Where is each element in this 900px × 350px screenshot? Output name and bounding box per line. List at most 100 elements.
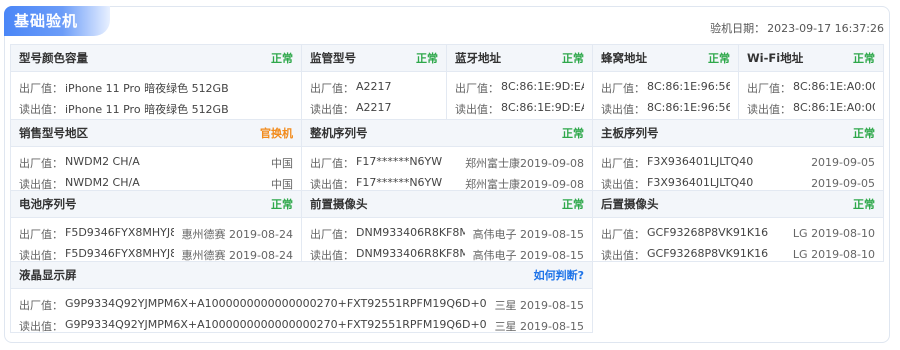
cell-title: 液晶显示屏 <box>19 268 77 282</box>
read-value: 8C:86:1E:9D:EA:AB <box>501 100 584 114</box>
cell-model-color: 型号颜色容量 正常 出厂值： iPhone 11 Pro 暗夜绿色 512GB 读出… <box>10 44 302 120</box>
status-badge: 正常 <box>562 52 584 65</box>
status-badge: 正常 <box>853 198 875 211</box>
factory-value: GCF93268P8VK91K16 <box>647 225 769 239</box>
read-label: 读出值： <box>19 319 63 333</box>
read-row: 读出值： G9P9334Q92YJMPM6X+A10000000000000002… <box>19 315 584 336</box>
factory-value: F17******N6YW <box>356 154 443 168</box>
how-to-judge-link[interactable]: 如何判断? <box>534 267 584 283</box>
factory-label: 出厂值： <box>747 81 791 95</box>
read-extra: 三星 2019-08-15 <box>494 319 584 333</box>
factory-label: 出厂值： <box>455 81 499 95</box>
factory-row: 出厂值：DNM933406R8KF8M5A 高伟电子 2019-08-15 <box>310 223 584 244</box>
factory-label: 出厂值： <box>19 81 63 95</box>
read-row: 读出值： A2217 <box>310 98 438 119</box>
factory-value: DNM933406R8KF8M5A <box>356 225 465 239</box>
status-badge: 正常 <box>853 127 875 140</box>
read-label: 读出值： <box>747 102 791 116</box>
read-value: A2217 <box>356 100 392 114</box>
cell-title: 后置摄像头 <box>601 197 659 211</box>
cell-title: 整机序列号 <box>310 126 368 140</box>
factory-extra: 中国 <box>271 156 293 170</box>
cell-title: 销售型号地区 <box>19 126 88 140</box>
cell-bluetooth: 蓝牙地址 正常 出厂值：8C:86:1E:9D:EA:AB 读出值：8C:86:1… <box>446 44 593 120</box>
cell-title: Wi-Fi地址 <box>747 51 804 65</box>
factory-extra: 郑州富士康2019-09-08 <box>465 156 584 170</box>
cell-front-camera: 前置摄像头 正常 出厂值：DNM933406R8KF8M5A 高伟电子 2019-0… <box>301 190 593 262</box>
cell-cellular: 蜂窝地址 正常 出厂值：8C:86:1E:96:56:37 读出值：8C:86:1… <box>592 44 739 120</box>
read-label: 读出值： <box>19 102 63 116</box>
status-badge: 正常 <box>562 198 584 211</box>
cell-title: 监管型号 <box>310 51 356 65</box>
cell-title: 前置摄像头 <box>310 197 368 211</box>
factory-extra: 高伟电子 2019-08-15 <box>472 227 584 241</box>
factory-value: NWDM2 CH/A <box>65 154 140 168</box>
factory-value: iPhone 11 Pro 暗夜绿色 512GB <box>65 81 229 95</box>
factory-value: F5D9346FYX8MHYJ8P <box>65 225 174 239</box>
factory-row: 出厂值： GCF93268P8VK91K16 LG 2019-08-10 <box>601 223 875 244</box>
status-badge: 正常 <box>708 52 730 65</box>
factory-label: 出厂值： <box>601 227 645 241</box>
factory-label: 出厂值： <box>19 298 63 312</box>
read-row: 读出值：8C:86:1E:9D:EA:AB <box>455 98 584 119</box>
factory-row: 出厂值：8C:86:1E:A0:00:A3 <box>747 77 875 98</box>
read-row: 读出值： iPhone 11 Pro 暗夜绿色 512GB <box>19 98 293 119</box>
cell-title: 电池序列号 <box>19 197 77 211</box>
read-value: G9P9334Q92YJMPM6X+A1000000000000000270+F… <box>65 317 487 331</box>
status-badge: 正常 <box>271 198 293 211</box>
cell-regulatory-model: 监管型号 正常 出厂值： A2217 读出值： A2217 <box>301 44 447 120</box>
read-value: iPhone 11 Pro 暗夜绿色 512GB <box>65 102 229 116</box>
cell-wifi: Wi-Fi地址 正常 出厂值：8C:86:1E:A0:00:A3 读出值：8C:8… <box>738 44 884 120</box>
factory-label: 出厂值： <box>310 156 354 170</box>
read-value: 8C:86:1E:96:56:37 <box>647 100 730 114</box>
factory-row: 出厂值： F5D9346FYX8MHYJ8P 惠州德赛 2019-08-24 <box>19 223 293 244</box>
read-extra: LG 2019-08-10 <box>792 248 875 261</box>
panel-title: 基础验机 <box>4 6 110 36</box>
factory-value: 8C:86:1E:9D:EA:AB <box>501 79 584 93</box>
factory-row: 出厂值：8C:86:1E:9D:EA:AB <box>455 77 584 98</box>
cell-title: 型号颜色容量 <box>19 51 88 65</box>
read-value: 8C:86:1E:A0:00:A3 <box>793 100 875 114</box>
factory-row: 出厂值：8C:86:1E:96:56:37 <box>601 77 730 98</box>
read-row: 读出值：8C:86:1E:96:56:37 <box>601 98 730 119</box>
factory-value: A2217 <box>356 79 392 93</box>
cell-title: 蓝牙地址 <box>455 51 501 65</box>
inspection-grid: 型号颜色容量 正常 出厂值： iPhone 11 Pro 暗夜绿色 512GB 读出… <box>10 44 884 333</box>
read-label: 读出值： <box>601 248 645 262</box>
read-label: 读出值： <box>601 102 645 116</box>
inspection-date: 验机日期： 2023-09-17 16:37:26 <box>708 20 884 36</box>
factory-label: 出厂值： <box>19 227 63 241</box>
cell-sales-region: 销售型号地区 官换机 出厂值： NWDM2 CH/A 中国 读出值： NWDM2 CH/… <box>10 119 302 191</box>
factory-extra: LG 2019-08-10 <box>792 227 875 240</box>
factory-label: 出厂值： <box>310 227 354 241</box>
cell-rear-camera: 后置摄像头 正常 出厂值： GCF93268P8VK91K16 LG 2019-08-… <box>592 190 884 262</box>
factory-label: 出厂值： <box>601 81 645 95</box>
factory-row: 出厂值： A2217 <box>310 77 438 98</box>
factory-extra: 三星 2019-08-15 <box>494 298 584 312</box>
status-badge: 正常 <box>416 52 438 65</box>
factory-extra: 2019-09-05 <box>811 156 875 169</box>
inspection-date-value: 2023-09-17 16:37:26 <box>767 22 884 35</box>
cell-title: 蜂窝地址 <box>601 51 647 65</box>
factory-value: 8C:86:1E:A0:00:A3 <box>793 79 875 93</box>
status-badge: 正常 <box>271 52 293 65</box>
factory-extra: 惠州德赛 2019-08-24 <box>181 227 293 241</box>
read-extra: 2019-09-05 <box>811 177 875 190</box>
factory-label: 出厂值： <box>19 156 63 170</box>
read-value: GCF93268P8VK91K16 <box>647 246 769 260</box>
factory-row: 出厂值： G9P9334Q92YJMPM6X+A10000000000000002… <box>19 294 584 315</box>
factory-value: 8C:86:1E:96:56:37 <box>647 79 730 93</box>
factory-label: 出厂值： <box>601 156 645 170</box>
read-label: 读出值： <box>310 102 354 116</box>
factory-value: F3X936401LJLTQ40 <box>647 154 754 168</box>
cell-title: 主板序列号 <box>601 126 659 140</box>
cell-battery: 电池序列号 正常 出厂值： F5D9346FYX8MHYJ8P 惠州德赛 2019-0… <box>10 190 302 262</box>
factory-row: 出厂值： iPhone 11 Pro 暗夜绿色 512GB <box>19 77 293 98</box>
cell-serial: 整机序列号 正常 出厂值： F17******N6YW 郑州富士康2019-09-08… <box>301 119 593 191</box>
cell-lcd: 液晶显示屏 如何判断? 出厂值： G9P9334Q92YJMPM6X+A100000… <box>10 261 593 333</box>
factory-value: G9P9334Q92YJMPM6X+A1000000000000000270+F… <box>65 296 487 310</box>
factory-label: 出厂值： <box>310 81 354 95</box>
status-badge: 官换机 <box>260 127 293 140</box>
factory-row: 出厂值： NWDM2 CH/A 中国 <box>19 152 293 173</box>
read-row: 读出值： GCF93268P8VK91K16 LG 2019-08-10 <box>601 244 875 265</box>
